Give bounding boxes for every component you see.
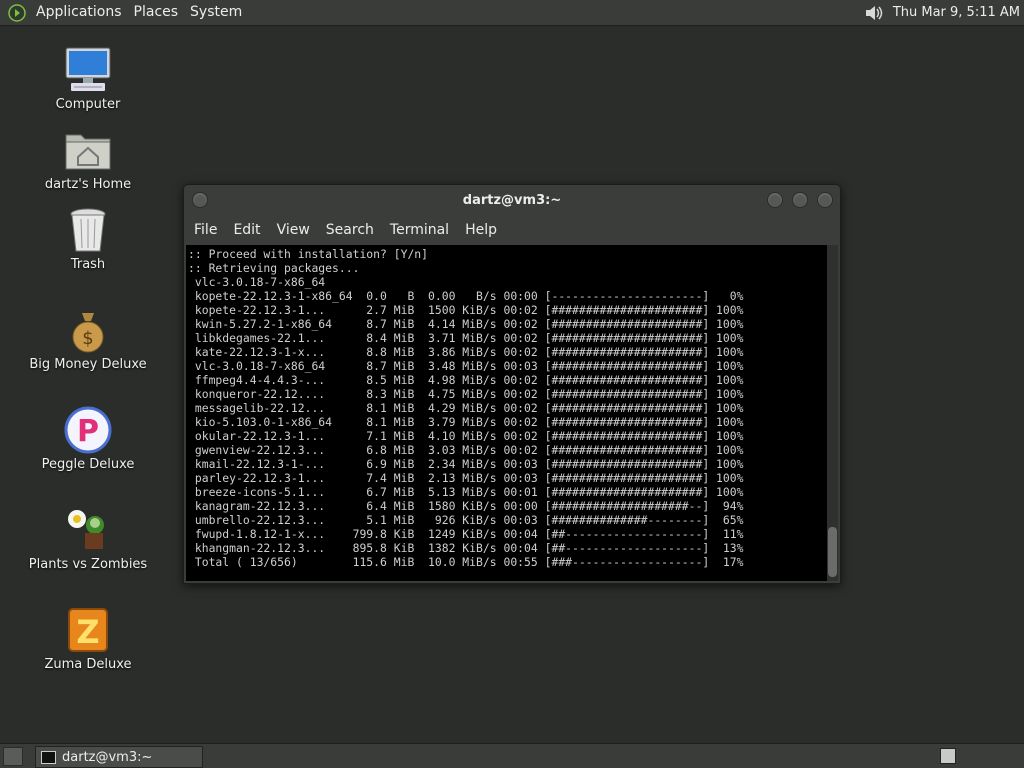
menu-search[interactable]: Search [320,222,384,238]
terminal-line: kio-5.103.0-1-x86_64 8.1 MiB 3.79 MiB/s … [188,415,744,429]
terminal-line: okular-22.12.3-1... 7.1 MiB 4.10 MiB/s 0… [188,429,744,443]
taskbar-terminal-button[interactable]: dartz@vm3:~ [35,746,203,768]
money-bag-icon: $ [72,313,104,353]
terminal-line: :: Proceed with installation? [Y/n] [188,247,429,261]
desktop-icon-label: Peggle Deluxe [41,457,135,472]
plants-vs-zombies-icon [68,510,104,549]
terminal-icon [41,750,56,764]
desktop-icon-peggle[interactable]: P Peggle Deluxe [20,405,156,472]
svg-text:P: P [77,414,99,449]
show-desktop-button[interactable] [3,747,23,766]
desktop-icon-label: dartz's Home [44,177,132,192]
trash-icon [70,208,106,252]
terminal-line: kmail-22.12.3-1-... 6.9 MiB 2.34 MiB/s 0… [188,457,744,471]
terminal-line: vlc-3.0.18-7-x86_64 [188,275,326,289]
menu-system[interactable]: System [184,0,248,25]
top-panel: Applications Places System Thu Mar 9, 5:… [0,0,1024,26]
terminal-line: kanagram-22.12.3... 6.4 MiB 1580 KiB/s 0… [188,499,744,513]
terminal-line: kate-22.12.3-1-x... 8.8 MiB 3.86 MiB/s 0… [188,345,744,359]
desktop-icon-big-money[interactable]: $ Big Money Deluxe [20,305,156,372]
menu-file[interactable]: File [188,222,227,238]
terminal-line: messagelib-22.12... 8.1 MiB 4.29 MiB/s 0… [188,401,744,415]
terminal-line: ffmpeg4.4-4.4.3-... 8.5 MiB 4.98 MiB/s 0… [188,373,744,387]
distro-logo-icon[interactable] [8,3,26,22]
terminal-line: vlc-3.0.18-7-x86_64 8.7 MiB 3.48 MiB/s 0… [188,359,744,373]
maximize-button[interactable] [792,192,808,208]
terminal-line: kopete-22.12.3-1... 2.7 MiB 1500 KiB/s 0… [188,303,744,317]
terminal-menubar: File Edit View Search Terminal Help [184,216,840,244]
terminal-line: breeze-icons-5.1... 6.7 MiB 5.13 MiB/s 0… [188,485,744,499]
computer-icon [65,47,111,91]
menu-view[interactable]: View [271,222,320,238]
terminal-scrollbar[interactable] [827,245,838,581]
desktop-icon-label: Computer [55,97,121,112]
terminal-line: kopete-22.12.3-1-x86_64 0.0 B 0.00 B/s 0… [188,289,744,303]
desktop-icon-label: Zuma Deluxe [44,657,132,672]
svg-text:$: $ [82,328,93,349]
terminal-line: fwupd-1.8.12-1-x... 799.8 KiB 1249 KiB/s… [188,527,744,541]
terminal-line: konqueror-22.12.... 8.3 MiB 4.75 MiB/s 0… [188,387,744,401]
terminal-line: :: Retrieving packages... [188,261,360,275]
menu-help[interactable]: Help [459,222,507,238]
terminal-line: gwenview-22.12.3... 6.8 MiB 3.03 MiB/s 0… [188,443,744,457]
svg-text:Z: Z [76,613,99,651]
menu-applications[interactable]: Applications [30,0,128,25]
peggle-icon: P [64,406,112,454]
minimize-button[interactable] [767,192,783,208]
zuma-icon: Z [68,608,108,652]
close-button[interactable] [817,192,833,208]
workspace-switcher[interactable] [940,748,956,764]
bottom-panel: dartz@vm3:~ [0,743,1024,768]
desktop-icon-label: Plants vs Zombies [28,557,148,572]
menu-terminal[interactable]: Terminal [384,222,459,238]
window-titlebar[interactable]: dartz@vm3:~ [184,185,840,216]
menu-places[interactable]: Places [128,0,185,25]
terminal-line: kwin-5.27.2-1-x86_64 8.7 MiB 4.14 MiB/s … [188,317,744,331]
desktop-icon-label: Trash [70,257,106,272]
window-title: dartz@vm3:~ [462,193,562,208]
desktop-icon-plants-vs-zombies[interactable]: Plants vs Zombies [20,505,156,572]
desktop-icon-computer[interactable]: Computer [20,45,156,112]
terminal-output[interactable]: :: Proceed with installation? [Y/n]:: Re… [186,245,827,581]
terminal-window: dartz@vm3:~ File Edit View Search Termin… [183,184,841,584]
desktop-icon-zuma[interactable]: Z Zuma Deluxe [20,605,156,672]
taskbar-label: dartz@vm3:~ [62,749,153,765]
home-folder-icon [65,134,111,170]
menu-edit[interactable]: Edit [227,222,270,238]
desktop-icon-trash[interactable]: Trash [20,205,156,272]
terminal-line: parley-22.12.3-1... 7.4 MiB 2.13 MiB/s 0… [188,471,744,485]
volume-icon[interactable] [863,3,885,23]
clock[interactable]: Thu Mar 9, 5:11 AM [893,5,1020,20]
terminal-line: libkdegames-22.1... 8.4 MiB 3.71 MiB/s 0… [188,331,744,345]
terminal-line: khangman-22.12.3... 895.8 KiB 1382 KiB/s… [188,541,744,555]
terminal-line: umbrello-22.12.3... 5.1 MiB 926 KiB/s 00… [188,513,744,527]
desktop-icon-home[interactable]: dartz's Home [20,125,156,192]
scrollbar-thumb[interactable] [828,527,837,577]
terminal-line: Total ( 13/656) 115.6 MiB 10.0 MiB/s 00:… [188,555,744,569]
desktop-icon-label: Big Money Deluxe [29,357,147,372]
